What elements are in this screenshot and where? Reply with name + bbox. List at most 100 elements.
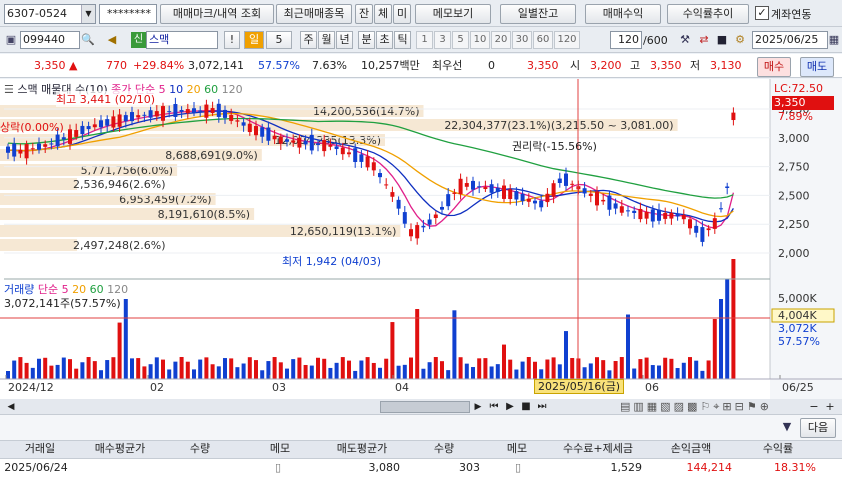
candle-body	[688, 219, 692, 229]
candle-body	[99, 120, 103, 128]
legend-ma10: 10	[169, 83, 184, 96]
candle-body	[316, 143, 320, 145]
volume-profile-label: 5,771,756(6.0%)	[81, 164, 174, 177]
memo-icon[interactable]: ▯	[510, 460, 526, 476]
candle-body	[303, 140, 308, 145]
interval-60[interactable]: 60	[533, 31, 553, 49]
next-button[interactable]: 다음	[800, 418, 836, 438]
candle-body	[545, 193, 550, 203]
password-field[interactable]: ********	[99, 4, 157, 24]
volume-bar	[452, 310, 457, 379]
interval-120[interactable]: 120	[554, 31, 580, 49]
interval-30[interactable]: 30	[512, 31, 532, 49]
candle-body	[334, 146, 339, 150]
stop-icon[interactable]: ■	[518, 399, 534, 415]
volume-bar	[551, 357, 556, 379]
return-trend-button[interactable]: 수익률추이	[667, 4, 749, 24]
date-field[interactable]: 2025/06/25	[752, 31, 828, 49]
down-arrow-icon[interactable]: ▼	[779, 419, 795, 435]
candle-body	[43, 144, 48, 147]
trade-mark-query-button[interactable]: 매매마크/내역 조회	[160, 4, 274, 24]
memo-icon[interactable]: ▯	[270, 460, 286, 476]
stock-name-field[interactable]: 스맥	[146, 31, 218, 49]
open-label: 시	[570, 59, 581, 72]
period-day-button[interactable]: 일	[244, 31, 264, 49]
first-icon[interactable]: ⏮	[486, 399, 502, 415]
chevron-down-icon[interactable]: ▼	[81, 5, 95, 23]
buy-button[interactable]: 매수	[757, 57, 791, 77]
candle-body	[117, 114, 122, 127]
volume-bar	[322, 358, 327, 379]
play-icon[interactable]: ▶	[502, 399, 518, 415]
volume-bar	[409, 357, 413, 379]
sell-button[interactable]: 매도	[800, 57, 834, 77]
account-select[interactable]: 6307-0524 ▼	[4, 4, 96, 24]
date-label: 06	[645, 381, 659, 394]
period-second-button[interactable]: 초	[376, 31, 393, 49]
save-icon[interactable]: ■	[714, 32, 730, 48]
candle-body	[322, 140, 327, 152]
volume-profile-label: 2,536,946(2.6%)	[73, 178, 166, 191]
tools-icon[interactable]: ⚒	[677, 32, 693, 48]
volume-bar	[353, 370, 358, 379]
daily-balance-button[interactable]: 일별잔고	[500, 4, 576, 24]
pin-icon[interactable]: ▣	[3, 32, 19, 48]
period-month-button[interactable]: 월	[318, 31, 335, 49]
interval-5[interactable]: 5	[452, 31, 469, 49]
candle-body	[130, 112, 134, 122]
current-price: 3,350	[34, 59, 66, 72]
cell-profit: 144,214	[686, 461, 733, 474]
candle-body	[260, 127, 265, 137]
period-year-button[interactable]: 년	[336, 31, 353, 49]
unexecuted-button[interactable]: 미	[393, 4, 411, 24]
interval-3[interactable]: 3	[434, 31, 451, 49]
executed-button[interactable]: 체	[374, 4, 392, 24]
period-tick-button[interactable]: 틱	[394, 31, 411, 49]
candle-body	[638, 208, 643, 220]
volume-bar	[458, 357, 463, 379]
search-icon[interactable]: 🔍	[80, 32, 96, 48]
candle-body	[154, 111, 159, 117]
order-icon[interactable]: ⇄	[696, 32, 712, 48]
candle-body	[551, 183, 556, 197]
period-week-button[interactable]: 주	[300, 31, 317, 49]
menu-icon[interactable]: ☰	[4, 83, 14, 96]
recent-trades-button[interactable]: 최근매매종목	[276, 4, 352, 24]
zoom-out-icon[interactable]: −	[806, 399, 822, 415]
stock-chart[interactable]: 14,200,536(14.7%) 22,304,377(23.1%)(3,215…	[0, 79, 842, 399]
volume-bar	[489, 366, 494, 379]
print-icon[interactable]: ⚙	[732, 32, 748, 48]
warning-button[interactable]: !	[224, 31, 240, 49]
interval-1[interactable]: 1	[416, 31, 433, 49]
interval-20[interactable]: 20	[491, 31, 511, 49]
zoom-in-icon[interactable]: +	[822, 399, 838, 415]
candle-body	[80, 125, 85, 135]
last-icon[interactable]: ⏭	[534, 399, 550, 415]
account-link-checkbox[interactable]: ✓	[755, 6, 769, 20]
scroll-right-arrow[interactable]: ▶	[470, 399, 486, 415]
candle-body	[582, 188, 587, 194]
candle-body	[204, 104, 209, 118]
interval-10[interactable]: 10	[470, 31, 490, 49]
layout-icons[interactable]: ▤▥▦▧▨▩⚐⌖⊞⊟⚑⊕	[620, 400, 772, 414]
volume-bar	[706, 360, 711, 379]
memo-view-button[interactable]: 메모보기	[415, 4, 491, 24]
calendar-icon[interactable]: ▦	[828, 32, 840, 48]
scroll-left-arrow[interactable]: ◀	[3, 399, 19, 415]
chart-scrollbar[interactable]: ◀ ▶ ⏮ ▶ ■ ⏭ ▤▥▦▧▨▩⚐⌖⊞⊟⚑⊕ − +	[0, 399, 842, 415]
volume-bar	[123, 299, 128, 379]
period-number-select[interactable]: 5	[266, 31, 292, 49]
low-label: 저	[690, 59, 701, 72]
candle-body	[564, 173, 568, 186]
stock-code-input[interactable]: 099440	[20, 31, 80, 49]
speaker-icon[interactable]: ◀	[104, 32, 120, 48]
candle-body	[719, 208, 723, 210]
scroll-thumb[interactable]	[380, 401, 470, 413]
bar-count-input[interactable]: 120	[610, 31, 642, 49]
period-minute-button[interactable]: 분	[358, 31, 375, 49]
balance-button[interactable]: 잔	[355, 4, 373, 24]
candle-body	[353, 148, 358, 163]
volume-bar	[340, 357, 345, 379]
volume-bar	[650, 365, 655, 379]
trade-profit-button[interactable]: 매매수익	[585, 4, 661, 24]
